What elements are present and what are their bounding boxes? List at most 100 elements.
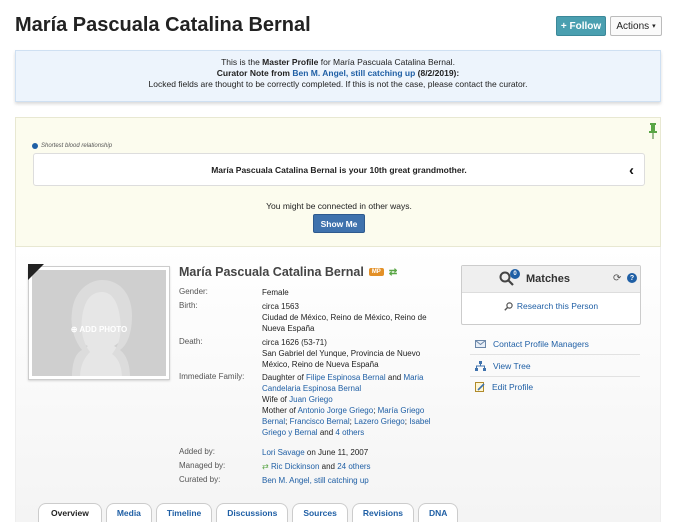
notice-text: This is the [221,57,263,67]
edit-profile-link[interactable]: Edit Profile [475,382,533,392]
added-on-text: on June 11, 2007 [304,448,369,457]
father-link[interactable]: Filipe Espinosa Bernal [306,373,386,382]
envelope-icon [475,340,486,348]
master-profile-badge[interactable]: MP [368,268,384,276]
relationship-panel: Shortest blood relationship María Pascua… [15,117,661,247]
tab-overview[interactable]: Overview [38,503,102,522]
tab-timeline[interactable]: Timeline [155,503,213,522]
research-label: Research this Person [516,301,599,311]
divider [470,376,640,377]
tab-media[interactable]: Media [105,503,152,522]
child-link[interactable]: Antonio Jorge Griego [298,406,374,415]
add-photo-label[interactable]: ⊕ ADD PHOTO [32,325,166,334]
dot-icon [32,143,38,149]
curator-profile-link[interactable]: Ben M. Angel, still catching up [262,476,369,485]
child-link[interactable]: Francisco Bernal [290,417,350,426]
matches-count-badge: 0 [510,269,520,279]
view-tree-label: View Tree [493,361,531,371]
curator-prefix: Curator Note from [216,68,293,78]
pin-icon[interactable] [648,123,658,139]
sync-icon: ⇄ [262,462,271,471]
curator-note-line: Curator Note from Ben M. Angel, still ca… [16,68,660,79]
others-link[interactable]: 4 others [335,428,364,437]
tree-icon [475,361,486,371]
mother-of-line: Mother of Antonio Jorge Griego; María Gr… [262,405,442,438]
relationship-statement: María Pascuala Catalina Bernal is your 1… [33,153,645,186]
birth-value: circa 1563 Ciudad de México, Reino de Mé… [262,301,442,334]
tab-discussions[interactable]: Discussions [216,503,289,522]
tab-dna[interactable]: DNA [418,503,459,522]
contact-label: Contact Profile Managers [493,339,589,349]
photo-placeholder: ⊕ ADD PHOTO [32,270,166,376]
follow-button[interactable]: + Follow [556,16,606,36]
tab-revisions[interactable]: Revisions [351,503,415,522]
connected-text: You might be connected in other ways. [266,201,412,211]
research-this-person-link[interactable]: Research this Person [462,301,640,311]
contact-profile-managers-link[interactable]: Contact Profile Managers [475,339,589,349]
notice-bold: Master Profile [262,57,319,67]
birth-place: Ciudad de México, Reino de México, Reino… [262,313,427,333]
notice-text: for María Pascuala Catalina Bernal. [318,57,455,67]
family-label: Immediate Family: [179,372,245,381]
divider [470,354,640,355]
daughter-of-line: Daughter of Filipe Espinosa Bernal and M… [262,372,442,394]
page-title: María Pascuala Catalina Bernal [15,14,311,36]
help-icon[interactable]: ? [627,273,637,283]
female-silhouette-icon [71,280,132,376]
manager-link[interactable]: Ric Dickinson [271,462,319,471]
wife-of-line: Wife of Juan Griego [262,394,442,405]
show-me-button[interactable]: Show Me [313,214,365,233]
added-by-label: Added by: [179,447,216,456]
refresh-icon[interactable]: ⟳ [613,273,621,284]
birth-label: Birth: [179,301,198,310]
relationship-heading-text: Shortest blood relationship [41,143,113,149]
matches-header: 0 Matches ⟳ ? [462,266,640,293]
birth-date: circa 1563 [262,302,299,311]
family-text: Mother of [262,406,298,415]
caret-down-icon: ▾ [652,23,656,30]
curated-by-value: Ben M. Angel, still catching up [262,475,442,486]
profile-name-text: María Pascuala Catalina Bernal [179,265,364,279]
added-by-value: Lori Savage on June 11, 2007 [262,447,442,458]
death-label: Death: [179,337,203,346]
family-text: and [317,428,336,437]
curator-note-text: Locked fields are thought to be correctl… [148,79,528,89]
master-profile-notice: This is the Master Profile for María Pas… [15,50,661,102]
gender-label: Gender: [179,287,208,296]
actions-label: Actions [616,20,650,32]
curator-date: (8/2/2019): [415,68,460,78]
husband-link[interactable]: Juan Griego [289,395,333,404]
relationship-statement-text: María Pascuala Catalina Bernal is your 1… [211,164,467,175]
tab-sources[interactable]: Sources [292,503,348,522]
curated-by-label: Curated by: [179,475,221,484]
managed-and-text: and [319,462,338,471]
profile-photo[interactable]: ⊕ ADD PHOTO [28,266,170,380]
family-text: Daughter of [262,373,307,382]
gender-value: Female [262,288,289,297]
relationship-heading: Shortest blood relationship [32,143,112,149]
added-by-link[interactable]: Lori Savage [262,448,305,457]
death-date: circa 1626 (53-71) [262,338,327,347]
managed-by-label: Managed by: [179,461,226,470]
profile-name: María Pascuala Catalina Bernal MP ⇄ [179,265,397,279]
view-tree-link[interactable]: View Tree [475,361,531,371]
curator-link[interactable]: Ben M. Angel, still catching up [292,68,415,78]
matches-panel: 0 Matches ⟳ ? Research this Person [461,265,641,325]
sync-icon[interactable]: ⇄ [389,267,397,278]
death-place: San Gabriel del Yunque, Provincia de Nue… [262,349,421,369]
matches-title: Matches [526,273,571,285]
chevron-left-icon[interactable]: ‹ [629,162,634,179]
family-text: Wife of [262,395,290,404]
family-text: and [385,373,404,382]
photo-corner-ribbon [28,264,44,280]
managers-others-link[interactable]: 24 others [337,462,370,471]
edit-icon [475,382,485,392]
managed-by-value: ⇄ Ric Dickinson and 24 others [262,461,442,472]
search-icon [504,301,513,311]
death-value: circa 1626 (53-71) San Gabriel del Yunqu… [262,337,442,370]
master-notice-line1: This is the Master Profile for María Pas… [16,57,660,68]
profile-tabs: Overview Media Timeline Discussions Sour… [38,503,459,522]
actions-button[interactable]: Actions ▾ [610,16,662,36]
edit-label: Edit Profile [492,382,534,392]
child-link[interactable]: Lazero Griego [354,417,405,426]
